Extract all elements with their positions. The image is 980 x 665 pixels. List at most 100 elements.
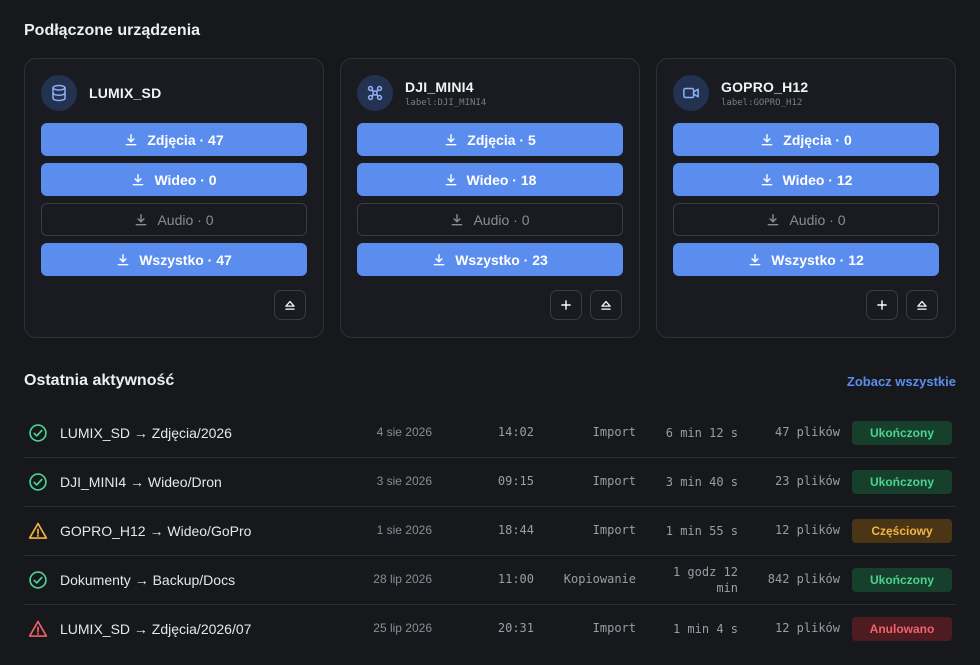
- download-icon: [433, 253, 445, 265]
- activity-date: 4 sie 2026: [376, 425, 432, 439]
- check-circle-icon: [29, 473, 47, 491]
- activity-time: 20:31: [497, 621, 534, 635]
- eject-button[interactable]: [906, 290, 938, 320]
- activity-date: 3 sie 2026: [376, 474, 432, 488]
- download-icon: [136, 213, 147, 225]
- import-audio-button[interactable]: Audio · 0: [357, 203, 623, 236]
- activity-file-count: 23 plików: [774, 474, 840, 488]
- activity-row[interactable]: Dokumenty → Backup/Docs 28 lip 2026 11:0…: [24, 556, 956, 605]
- eject-button[interactable]: [274, 290, 306, 320]
- activity-time: 18:44: [497, 523, 534, 537]
- activity-duration: 6 min 12 s: [665, 426, 738, 440]
- activity-row[interactable]: LUMIX_SD → Zdjęcia/2026/07 25 lip 2026 2…: [24, 605, 956, 654]
- eject-icon: [285, 300, 295, 310]
- button-label: Wideo · 0: [154, 171, 217, 188]
- activity-file-count: 12 plików: [774, 621, 840, 635]
- activity-date: 25 lip 2026: [373, 621, 432, 635]
- status-badge: Ukończony: [852, 470, 952, 494]
- activity-row[interactable]: LUMIX_SD → Zdjęcia/2026 4 sie 2026 14:02…: [24, 409, 956, 458]
- activity-file-count: 47 plików: [774, 425, 840, 439]
- device-label: label:GOPRO_H12: [721, 97, 803, 108]
- see-all-link[interactable]: Zobacz wszystkie: [847, 374, 956, 389]
- button-label: Audio · 0: [789, 211, 846, 228]
- import-video-button[interactable]: Wideo · 12: [673, 163, 939, 196]
- button-label: Zdjęcia · 0: [783, 131, 852, 148]
- import-video-button[interactable]: Wideo · 0: [41, 163, 307, 196]
- activity-row[interactable]: GOPRO_H12 → Wideo/GoPro 1 sie 2026 18:44…: [24, 507, 956, 556]
- button-label: Wszystko · 12: [771, 251, 864, 268]
- activity-type: Import: [592, 474, 636, 488]
- activity-route: Dokumenty → Backup/Docs: [60, 572, 236, 588]
- import-all-button[interactable]: Wszystko · 47: [41, 243, 307, 276]
- activity-duration: 3 min 40 s: [665, 475, 738, 489]
- add-button[interactable]: [550, 290, 582, 320]
- button-label: Wideo · 18: [466, 171, 537, 188]
- activity-route: LUMIX_SD → Zdjęcia/2026: [60, 425, 232, 441]
- device-card-dji: DJI_MINI4 label:DJI_MINI4 Zdjęcia · 5 Wi…: [340, 58, 640, 338]
- download-icon: [452, 213, 463, 225]
- download-icon: [761, 173, 772, 185]
- device-name: LUMIX_SD: [89, 85, 162, 101]
- button-label: Audio · 0: [157, 211, 214, 228]
- activity-date: 28 lip 2026: [373, 572, 432, 586]
- activity-route: LUMIX_SD → Zdjęcia/2026/07: [60, 621, 252, 637]
- activity-time: 09:15: [497, 474, 534, 488]
- device-name: GOPRO_H12: [721, 78, 809, 95]
- add-button[interactable]: [866, 290, 898, 320]
- device-header: GOPRO_H12 label:GOPRO_H12: [673, 75, 808, 111]
- import-audio-button[interactable]: Audio · 0: [673, 203, 939, 236]
- activity-duration: 1 min 55 s: [665, 524, 738, 538]
- activity-row[interactable]: DJI_MINI4 → Wideo/Dron 3 sie 2026 09:15 …: [24, 458, 956, 507]
- import-photos-button[interactable]: Zdjęcia · 5: [357, 123, 623, 156]
- import-all-button[interactable]: Wszystko · 23: [357, 243, 623, 276]
- warning-triangle-icon: [28, 522, 48, 539]
- download-icon: [445, 133, 457, 145]
- activity-duration: 1 godz 12 min: [672, 565, 738, 595]
- activity-duration: 1 min 4 s: [672, 622, 738, 636]
- device-card-lumix: LUMIX_SD Zdjęcia · 47 Wideo · 0 Audio · …: [24, 58, 324, 338]
- import-video-button[interactable]: Wideo · 18: [357, 163, 623, 196]
- eject-button[interactable]: [590, 290, 622, 320]
- download-icon: [117, 253, 129, 265]
- button-label: Wideo · 12: [782, 171, 853, 188]
- button-label: Zdjęcia · 47: [147, 131, 224, 148]
- status-badge: Anulowano: [852, 617, 952, 641]
- activity-section-title: Ostatnia aktywność: [24, 372, 175, 389]
- eject-icon: [917, 300, 927, 310]
- drone-icon: [357, 75, 393, 111]
- activity-file-count: 842 plików: [767, 572, 840, 586]
- import-audio-button[interactable]: Audio · 0: [41, 203, 307, 236]
- video-camera-icon: [673, 75, 709, 111]
- plus-icon: [561, 300, 571, 310]
- alert-triangle-icon: [28, 620, 48, 637]
- check-circle-icon: [29, 424, 47, 442]
- activity-file-count: 12 plików: [774, 523, 840, 537]
- status-badge: Ukończony: [852, 568, 952, 592]
- download-icon: [445, 173, 456, 185]
- download-icon: [761, 133, 773, 145]
- import-photos-button[interactable]: Zdjęcia · 47: [41, 123, 307, 156]
- plus-icon: [877, 300, 887, 310]
- status-badge: Ukończony: [852, 421, 952, 445]
- download-icon: [125, 133, 137, 145]
- download-icon: [749, 253, 761, 265]
- status-badge: Częściowy: [852, 519, 952, 543]
- import-all-button[interactable]: Wszystko · 12: [673, 243, 939, 276]
- activity-type: Kopiowanie: [563, 572, 636, 586]
- devices-section-title: Podłączone urządzenia: [24, 22, 201, 39]
- device-label: label:DJI_MINI4: [405, 97, 487, 108]
- button-label: Zdjęcia · 5: [467, 131, 536, 148]
- activity-type: Import: [592, 523, 636, 537]
- check-circle-icon: [29, 571, 47, 589]
- eject-icon: [601, 300, 611, 310]
- device-name: DJI_MINI4: [405, 78, 474, 95]
- button-label: Wszystko · 47: [139, 251, 232, 268]
- download-icon: [133, 173, 144, 185]
- activity-type: Import: [592, 621, 636, 635]
- device-card-gopro: GOPRO_H12 label:GOPRO_H12 Zdjęcia · 0 Wi…: [656, 58, 956, 338]
- activity-route: GOPRO_H12 → Wideo/GoPro: [60, 523, 252, 539]
- database-icon: [41, 75, 77, 111]
- import-photos-button[interactable]: Zdjęcia · 0: [673, 123, 939, 156]
- activity-time: 11:00: [497, 572, 534, 586]
- button-label: Audio · 0: [473, 211, 530, 228]
